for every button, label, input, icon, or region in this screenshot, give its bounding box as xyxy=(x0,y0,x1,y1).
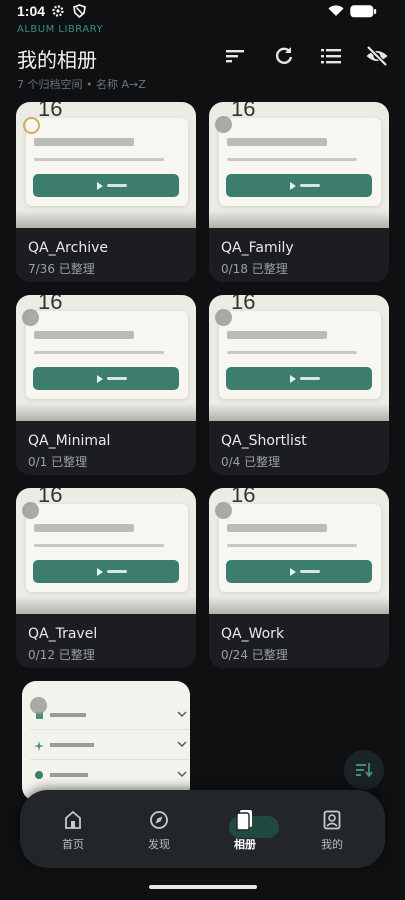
thumbnail-number: 16 xyxy=(231,102,256,121)
nav-item-albums[interactable]: 相册 xyxy=(215,806,279,856)
album-count: 0/24 已整理 xyxy=(221,648,288,662)
selection-dot[interactable] xyxy=(23,117,40,134)
list-view-icon[interactable] xyxy=(319,44,343,68)
profile-icon xyxy=(323,810,341,830)
bottom-nav: 首页 发现 相册 我的 xyxy=(20,790,385,868)
album-thumbnail: 16 xyxy=(16,102,196,228)
album-name: QA_Archive xyxy=(28,240,108,256)
album-thumbnail: 16 xyxy=(209,295,389,421)
album-thumbnail: 16 xyxy=(209,102,389,228)
album-card[interactable]: 16 QA_Work 0/24 已整理 xyxy=(209,488,389,668)
status-bar: 1:04 xyxy=(0,0,405,24)
visibility-off-icon[interactable] xyxy=(365,44,389,68)
settings-status-icon xyxy=(52,5,64,17)
album-thumbnail: 16 xyxy=(16,295,196,421)
selection-dot[interactable] xyxy=(30,697,47,714)
sort-order-icon xyxy=(356,763,373,778)
header-subtitle: 7 个归档空间 • 名称 A→Z xyxy=(17,78,146,91)
album-count: 0/4 已整理 xyxy=(221,455,281,469)
album-name: QA_Minimal xyxy=(28,433,111,449)
battery-icon xyxy=(350,5,377,18)
album-count: 0/18 已整理 xyxy=(221,262,288,276)
home-icon xyxy=(65,810,81,829)
album-thumbnail: 16 xyxy=(209,488,389,614)
wifi-icon xyxy=(328,5,344,17)
nav-label: 发现 xyxy=(148,838,170,851)
nav-label: 我的 xyxy=(321,838,343,851)
home-indicator[interactable] xyxy=(149,885,257,889)
thumbnail-number: 16 xyxy=(231,488,256,507)
album-count: 0/1 已整理 xyxy=(28,455,88,469)
album-name: QA_Travel xyxy=(28,626,98,642)
album-name: QA_Family xyxy=(221,240,294,256)
selection-dot[interactable] xyxy=(22,502,39,519)
album-thumbnail xyxy=(22,681,190,801)
sort-fab-button[interactable] xyxy=(344,750,384,790)
album-thumbnail: 16 xyxy=(16,488,196,614)
selection-dot[interactable] xyxy=(215,116,232,133)
thumbnail-number: 16 xyxy=(38,102,63,121)
album-card[interactable]: 16 QA_Family 0/18 已整理 xyxy=(209,102,389,282)
nav-item-home[interactable]: 首页 xyxy=(43,806,103,856)
album-card[interactable]: 16 QA_Shortlist 0/4 已整理 xyxy=(209,295,389,475)
nav-label: 相册 xyxy=(234,838,256,851)
album-name: QA_Shortlist xyxy=(221,433,307,449)
selection-dot[interactable] xyxy=(215,309,232,326)
album-icon xyxy=(236,810,252,831)
header-overline: ALBUM LIBRARY xyxy=(17,24,104,35)
thumbnail-number: 16 xyxy=(231,295,256,314)
refresh-icon[interactable] xyxy=(272,44,296,68)
nav-label: 首页 xyxy=(62,838,84,851)
album-card[interactable]: 16 QA_Archive 7/36 已整理 xyxy=(16,102,196,282)
selection-dot[interactable] xyxy=(22,309,39,326)
status-time: 1:04 xyxy=(17,3,46,19)
album-count: 7/36 已整理 xyxy=(28,262,95,276)
sort-icon[interactable] xyxy=(223,44,247,68)
album-name: QA_Work xyxy=(221,626,285,642)
thumbnail-number: 16 xyxy=(38,295,63,314)
album-card[interactable] xyxy=(22,681,190,801)
album-card[interactable]: 16 QA_Minimal 0/1 已整理 xyxy=(16,295,196,475)
selection-dot[interactable] xyxy=(215,502,232,519)
nav-item-profile[interactable]: 我的 xyxy=(302,806,362,856)
page-title: 我的相册 xyxy=(17,48,97,72)
album-count: 0/12 已整理 xyxy=(28,648,95,662)
thumbnail-number: 16 xyxy=(38,488,63,507)
compass-icon xyxy=(150,811,168,829)
nav-item-discover[interactable]: 发现 xyxy=(129,806,189,856)
shield-status-icon xyxy=(73,4,86,18)
album-card[interactable]: 16 QA_Travel 0/12 已整理 xyxy=(16,488,196,668)
